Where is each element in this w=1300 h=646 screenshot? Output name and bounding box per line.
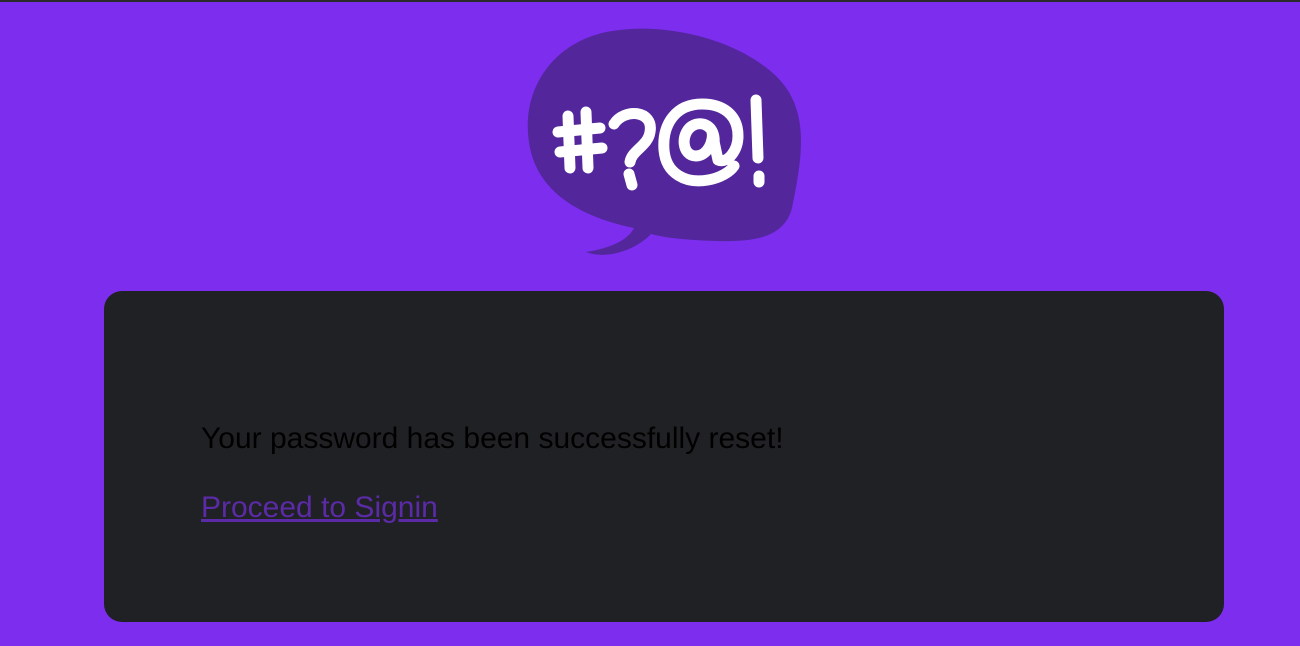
proceed-to-signin-link[interactable]: Proceed to Signin: [201, 490, 438, 526]
speech-bubble-symbols-icon: [527, 28, 801, 255]
reset-success-message: Your password has been successfully rese…: [201, 422, 784, 455]
window-top-border: [0, 0, 1300, 2]
logo: [526, 28, 806, 260]
reset-confirmation-card: Your password has been successfully rese…: [104, 291, 1224, 622]
